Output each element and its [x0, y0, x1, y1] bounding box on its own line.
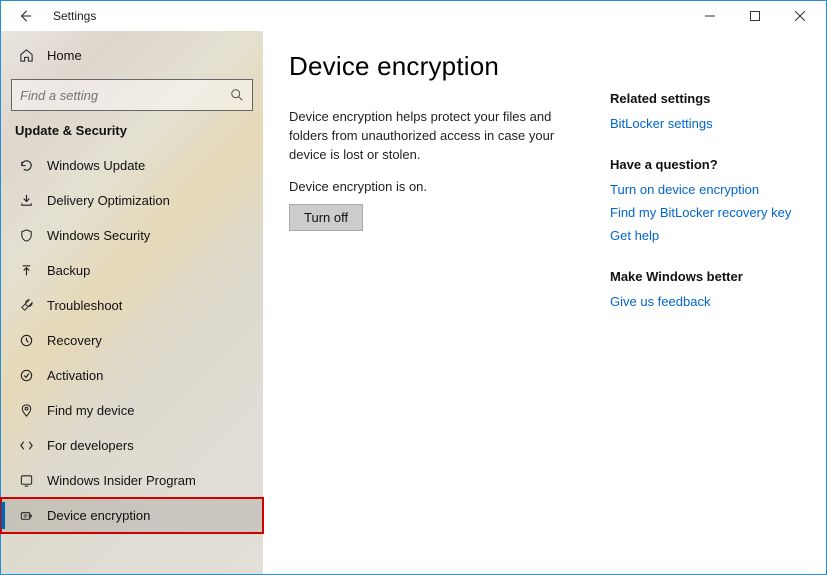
windows-update-icon: [15, 158, 37, 173]
for-developers-icon: [15, 438, 37, 453]
help-link[interactable]: Turn on device encryption: [610, 182, 800, 197]
back-button[interactable]: [11, 9, 39, 23]
related-settings-heading: Related settings: [610, 91, 800, 106]
sidebar-item-delivery-optimization[interactable]: Delivery Optimization: [1, 183, 263, 218]
page-title: Device encryption: [289, 51, 582, 82]
sidebar-item-label: Windows Security: [47, 228, 150, 243]
close-icon: [795, 11, 805, 21]
windows-insider-program-icon: [15, 473, 37, 488]
page-description: Device encryption helps protect your fil…: [289, 108, 582, 165]
window-title: Settings: [53, 9, 96, 23]
sidebar-item-windows-security[interactable]: Windows Security: [1, 218, 263, 253]
sidebar-item-for-developers[interactable]: For developers: [1, 428, 263, 463]
maximize-button[interactable]: [732, 1, 777, 31]
windows-security-icon: [15, 228, 37, 243]
home-label: Home: [47, 48, 82, 63]
sidebar-item-activation[interactable]: Activation: [1, 358, 263, 393]
sidebar-item-backup[interactable]: Backup: [1, 253, 263, 288]
sidebar-item-label: Activation: [47, 368, 103, 383]
sidebar: Home Update & Security Windows Update Del…: [1, 31, 263, 574]
activation-icon: [15, 368, 37, 383]
find-my-device-icon: [15, 403, 37, 418]
search-input[interactable]: [20, 88, 230, 103]
device-encryption-icon: [15, 508, 37, 523]
delivery-optimization-icon: [15, 193, 37, 208]
feedback-link[interactable]: Give us feedback: [610, 294, 800, 309]
help-link[interactable]: Get help: [610, 228, 800, 243]
sidebar-item-recovery[interactable]: Recovery: [1, 323, 263, 358]
sidebar-nav: Windows Update Delivery Optimization Windo…: [1, 148, 263, 533]
search-icon: [230, 88, 244, 102]
sidebar-item-label: Find my device: [47, 403, 134, 418]
sidebar-item-find-my-device[interactable]: Find my device: [1, 393, 263, 428]
titlebar: Settings: [1, 1, 826, 31]
aside-panel: Related settings BitLocker settings Have…: [610, 51, 800, 574]
sidebar-item-label: Device encryption: [47, 508, 150, 523]
section-heading: Update & Security: [1, 123, 263, 148]
backup-icon: [15, 263, 37, 278]
arrow-left-icon: [18, 9, 32, 23]
sidebar-item-label: Windows Update: [47, 158, 145, 173]
troubleshoot-icon: [15, 298, 37, 313]
sidebar-item-label: For developers: [47, 438, 134, 453]
close-button[interactable]: [777, 1, 822, 31]
recovery-icon: [15, 333, 37, 348]
sidebar-item-device-encryption[interactable]: Device encryption: [1, 498, 263, 533]
sidebar-item-label: Delivery Optimization: [47, 193, 170, 208]
sidebar-item-windows-insider-program[interactable]: Windows Insider Program: [1, 463, 263, 498]
related-settings-link[interactable]: BitLocker settings: [610, 116, 800, 131]
sidebar-item-label: Windows Insider Program: [47, 473, 196, 488]
have-a-question-heading: Have a question?: [610, 157, 800, 172]
make-windows-better-heading: Make Windows better: [610, 269, 800, 284]
main-content: Device encryption Device encryption help…: [289, 51, 582, 574]
home-icon: [15, 48, 37, 63]
turn-off-button[interactable]: Turn off: [289, 204, 363, 231]
maximize-icon: [750, 11, 760, 21]
encryption-status: Device encryption is on.: [289, 179, 582, 194]
home-nav[interactable]: Home: [1, 39, 263, 71]
help-link[interactable]: Find my BitLocker recovery key: [610, 205, 800, 220]
sidebar-item-troubleshoot[interactable]: Troubleshoot: [1, 288, 263, 323]
sidebar-item-windows-update[interactable]: Windows Update: [1, 148, 263, 183]
sidebar-item-label: Backup: [47, 263, 90, 278]
sidebar-item-label: Recovery: [47, 333, 102, 348]
search-box[interactable]: [11, 79, 253, 111]
sidebar-item-label: Troubleshoot: [47, 298, 122, 313]
minimize-button[interactable]: [687, 1, 732, 31]
minimize-icon: [705, 11, 715, 21]
settings-window: Settings Home: [0, 0, 827, 575]
